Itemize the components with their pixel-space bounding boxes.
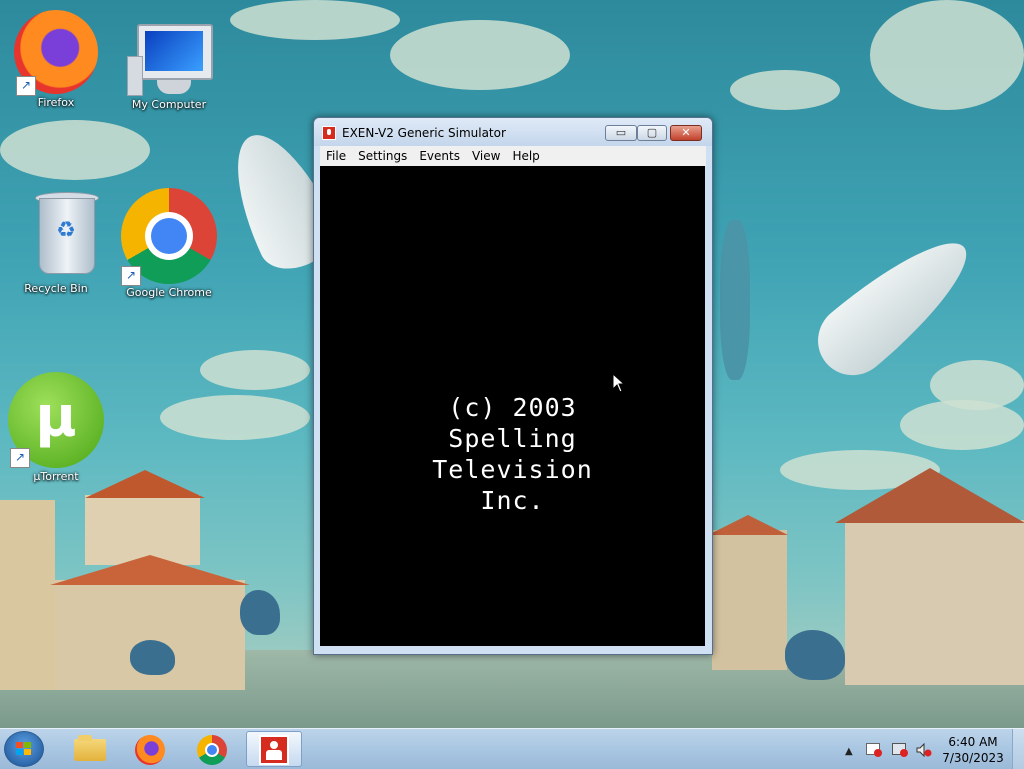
start-button[interactable] [4, 731, 44, 767]
chrome-icon: ↗ [121, 188, 217, 286]
taskbar: ▲ 6:40 AM 7/30/2023 [0, 728, 1024, 769]
splash-line: (c) 2003 [448, 393, 577, 422]
clock-date: 7/30/2023 [942, 751, 1004, 765]
close-icon: ✕ [681, 126, 691, 139]
wallpaper-cloud [230, 0, 400, 40]
exen-simulator-icon [322, 126, 336, 140]
shortcut-arrow-icon: ↗ [10, 448, 30, 468]
wallpaper-roof [835, 468, 1024, 523]
wallpaper-house [845, 520, 1024, 685]
taskbar-file-explorer[interactable] [62, 731, 118, 767]
wallpaper-bird [785, 630, 845, 680]
desktop-icon-label: µTorrent [33, 470, 79, 483]
desktop-icon-my-computer[interactable]: My Computer [121, 22, 217, 111]
firefox-icon: ↗ [14, 10, 98, 96]
menu-help[interactable]: Help [506, 146, 545, 166]
mouse-cursor-icon [612, 373, 626, 393]
simulator-window: EXEN-V2 Generic Simulator ▭ ▢ ✕ File Sett… [313, 117, 713, 655]
desktop-icon-label: Google Chrome [126, 286, 212, 299]
wallpaper-cloud [870, 0, 1024, 110]
chrome-icon [197, 735, 227, 765]
splash-text: (c) 2003 Spelling Television Inc. [320, 392, 705, 516]
desktop-icon-utorrent[interactable]: µ ↗ µTorrent [8, 372, 104, 483]
splash-line: Spelling [448, 424, 577, 453]
action-center-icon[interactable] [866, 743, 882, 757]
wallpaper-bird [240, 590, 280, 635]
network-icon[interactable] [892, 743, 908, 757]
chevron-up-icon: ▲ [845, 746, 853, 757]
desktop-icon-recycle-bin[interactable]: ♻ Recycle Bin [8, 190, 104, 295]
shortcut-arrow-icon: ↗ [16, 76, 36, 96]
splash-line: Inc. [480, 486, 545, 515]
wallpaper-cloud [900, 400, 1024, 450]
desktop-icon-label: Firefox [37, 96, 75, 109]
wallpaper-cloud [0, 120, 150, 180]
show-hidden-icons-button[interactable]: ▲ [845, 743, 859, 757]
system-clock[interactable]: 6:40 AM 7/30/2023 [940, 734, 1006, 766]
file-explorer-icon [74, 735, 106, 761]
maximize-icon: ▢ [646, 126, 658, 139]
menu-events[interactable]: Events [413, 146, 466, 166]
recycle-bin-icon: ♻ [23, 190, 99, 280]
splash-line: Television [432, 455, 593, 484]
emulator-screen[interactable]: (c) 2003 Spelling Television Inc. [320, 166, 705, 646]
window-titlebar[interactable]: EXEN-V2 Generic Simulator ▭ ▢ ✕ [314, 118, 712, 146]
wallpaper-cloud [160, 395, 310, 440]
computer-icon [127, 22, 213, 96]
wallpaper-cloud [730, 70, 840, 110]
menu-settings[interactable]: Settings [352, 146, 413, 166]
shortcut-arrow-icon: ↗ [121, 266, 141, 286]
clock-time: 6:40 AM [948, 735, 998, 749]
wallpaper-roof [708, 515, 788, 535]
volume-muted-icon[interactable] [916, 742, 932, 758]
wallpaper-bird [130, 640, 175, 675]
firefox-icon [135, 735, 165, 765]
utorrent-icon: µ ↗ [8, 372, 104, 468]
menu-bar: File Settings Events View Help [320, 146, 706, 166]
menu-view[interactable]: View [466, 146, 506, 166]
exen-simulator-icon [259, 735, 289, 765]
wallpaper-house [712, 530, 787, 670]
wallpaper-house [0, 500, 55, 690]
menu-file[interactable]: File [320, 146, 352, 166]
desktop-icon-label: Recycle Bin [24, 282, 88, 295]
wallpaper-cloud [390, 20, 570, 90]
desktop-icon-firefox[interactable]: ↗ Firefox [8, 10, 104, 109]
close-button[interactable]: ✕ [670, 125, 702, 141]
wallpaper-bird [720, 220, 750, 380]
maximize-button[interactable]: ▢ [637, 125, 667, 141]
minimize-button[interactable]: ▭ [605, 125, 637, 141]
taskbar-chrome[interactable] [184, 731, 240, 767]
desktop-icon-google-chrome[interactable]: ↗ Google Chrome [121, 188, 217, 299]
window-title: EXEN-V2 Generic Simulator [342, 126, 506, 140]
show-desktop-button[interactable] [1012, 729, 1024, 769]
windows-logo-icon [16, 742, 32, 756]
taskbar-firefox[interactable] [122, 731, 178, 767]
wallpaper-cloud [200, 350, 310, 390]
wallpaper-roof [50, 555, 250, 585]
minimize-icon: ▭ [615, 126, 627, 139]
taskbar-exen-simulator[interactable] [246, 731, 302, 767]
desktop-icon-label: My Computer [131, 98, 207, 111]
